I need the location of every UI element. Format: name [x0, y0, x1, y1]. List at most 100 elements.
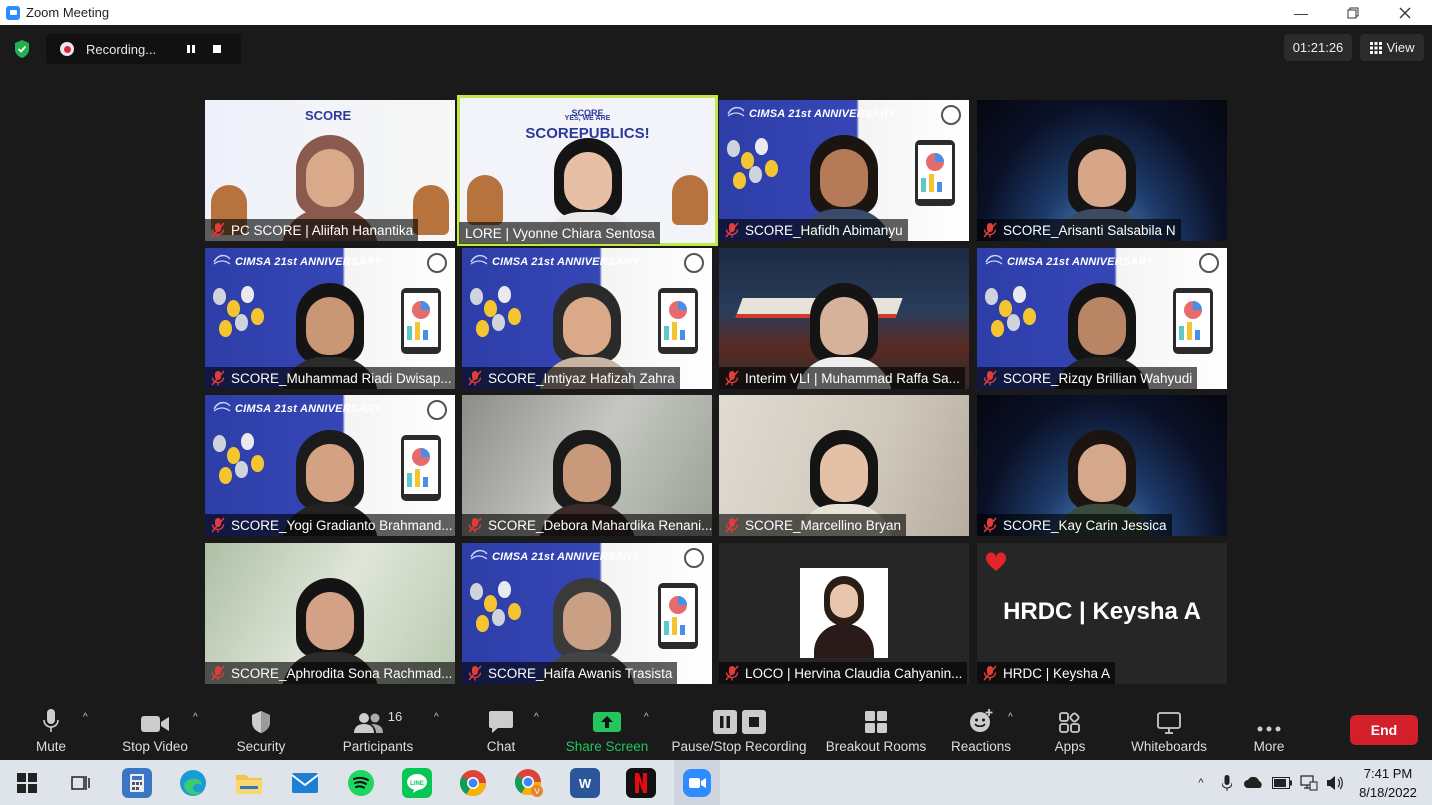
calculator-icon[interactable]	[122, 768, 152, 798]
participant-name-label: SCORE_Muhammad Riadi Dwisap...	[205, 367, 455, 389]
mute-button[interactable]: Mute	[28, 700, 74, 760]
stop-recording-button[interactable]	[206, 38, 228, 60]
participant-video-tile[interactable]: SCORE PC SCORE | Aliifah Hanantika	[205, 100, 455, 241]
participant-video-tile[interactable]: SCORE YES, WE ARE SCOREPUBLICS! LORE | Vyon…	[457, 95, 718, 246]
participant-name: SCORE_Hafidh Abimanyu	[745, 222, 903, 238]
zoom-taskbar-icon[interactable]	[674, 760, 720, 805]
participant-name: PC SCORE | Aliifah Hanantika	[231, 222, 414, 238]
chrome-icon[interactable]	[458, 768, 488, 798]
participants-options-chevron-icon[interactable]: ^	[434, 712, 439, 723]
apps-button[interactable]: Apps	[1050, 700, 1090, 760]
balloon-icon	[727, 140, 740, 157]
balloon-icon	[251, 308, 264, 325]
meeting-top-bar: Recording... 01:21:26 View	[0, 25, 1432, 73]
anniversary-banner-text: CIMSA 21st ANNIVERSARY	[749, 108, 897, 120]
participant-video-tile[interactable]: CIMSA 21st ANNIVERSARY SCORE_Yogi Gradian…	[205, 395, 455, 536]
participant-name: SCORE_Aphrodita Sona Rachmad...	[231, 665, 453, 681]
balloon-icon	[241, 286, 254, 303]
participant-video-tile[interactable]: SCORE_Aphrodita Sona Rachmad...	[205, 543, 455, 684]
participant-video-tile[interactable]: SCORE_Kay Carin Jessica	[977, 395, 1227, 536]
task-view-icon[interactable]	[65, 768, 95, 798]
cimsa-logo-icon	[985, 254, 1003, 265]
spotify-icon[interactable]	[346, 768, 376, 798]
balloon-icon	[492, 609, 505, 626]
participant-video-tile[interactable]: CIMSA 21st ANNIVERSARY SCORE_Muhammad Ria…	[205, 248, 455, 389]
file-explorer-icon[interactable]	[234, 768, 264, 798]
edge-browser-icon[interactable]	[178, 768, 208, 798]
participant-video-tile[interactable]: SCORE_Arisanti Salsabila N	[977, 100, 1227, 241]
score-logo-text: SCORE	[305, 108, 352, 123]
volume-icon[interactable]	[1326, 775, 1344, 791]
video-options-chevron-icon[interactable]: ^	[193, 712, 198, 723]
system-tray: ^	[1192, 760, 1344, 805]
participants-button[interactable]: 16 Participants	[336, 700, 420, 760]
cimsa-logo-icon	[213, 254, 231, 265]
reactions-options-chevron-icon[interactable]: ^	[1008, 712, 1013, 723]
clock-time: 7:41 PM	[1363, 766, 1413, 781]
audio-options-chevron-icon[interactable]: ^	[83, 712, 88, 723]
windows-start-icon[interactable]	[12, 768, 42, 798]
participant-name: SCORE_Imtiyaz Hafizah Zahra	[488, 370, 675, 386]
participant-name-label: PC SCORE | Aliifah Hanantika	[205, 219, 419, 241]
stop-video-button[interactable]: Stop Video	[115, 700, 195, 760]
word-icon[interactable]: W	[570, 768, 600, 798]
view-button[interactable]: View	[1360, 34, 1424, 61]
participant-video-tile[interactable]: LOCO | Hervina Claudia Cahyanin...	[719, 543, 969, 684]
microphone-icon	[43, 709, 59, 732]
balloon-icon	[251, 455, 264, 472]
chat-button[interactable]: Chat	[478, 700, 524, 760]
line-app-icon[interactable]: LINE	[402, 768, 432, 798]
recording-indicator-icon	[60, 42, 74, 56]
pause-stop-recording-button[interactable]: Pause/Stop Recording	[670, 700, 808, 760]
participant-video-tile[interactable]: CIMSA 21st ANNIVERSARY SCORE_Rizqy Brilli…	[977, 248, 1227, 389]
window-title: Zoom Meeting	[26, 5, 110, 20]
reactions-button[interactable]: Reactions	[948, 700, 1014, 760]
breakout-rooms-button[interactable]: Breakout Rooms	[823, 700, 929, 760]
onedrive-cloud-icon[interactable]	[1244, 776, 1264, 789]
meeting-controls-toolbar: Mute ^ Stop Video ^ Security 16 Particip…	[0, 700, 1432, 760]
scorepublic-subtext: YES, WE ARE	[564, 115, 611, 122]
security-button[interactable]: Security	[230, 700, 292, 760]
more-button[interactable]: More	[1248, 700, 1290, 760]
participant-name: LOCO | Hervina Claudia Cahyanin...	[745, 665, 963, 681]
mail-icon[interactable]	[290, 768, 320, 798]
participant-video-tile[interactable]: SCORE_Marcellino Bryan	[719, 395, 969, 536]
participant-video-tile[interactable]: Interim VLI | Muhammad Raffa Sa...	[719, 248, 969, 389]
pause-recording-button[interactable]	[180, 38, 202, 60]
battery-icon[interactable]	[1272, 776, 1292, 789]
minimize-button[interactable]: —	[1275, 0, 1327, 25]
chrome-profile-icon[interactable]: V	[514, 768, 544, 798]
participant-video-tile[interactable]: HRDC | Keysha A HRDC | Keysha A	[977, 543, 1227, 684]
network-icon[interactable]	[1300, 774, 1318, 791]
share-options-chevron-icon[interactable]: ^	[644, 712, 649, 723]
balloon-icon	[733, 172, 746, 189]
netflix-icon[interactable]	[626, 768, 656, 798]
clock-date: 8/18/2022	[1359, 785, 1417, 800]
participant-video-tile[interactable]: CIMSA 21st ANNIVERSARY SCORE_Haifa Awanis…	[462, 543, 712, 684]
close-window-button[interactable]	[1379, 0, 1431, 25]
encryption-shield-icon[interactable]	[13, 39, 31, 59]
breakout-rooms-icon	[865, 711, 887, 733]
pause-icon	[712, 710, 737, 734]
score-logo-icon	[427, 400, 447, 420]
restore-button[interactable]	[1327, 0, 1379, 25]
balloon-icon	[235, 314, 248, 331]
microphone-tray-icon[interactable]	[1222, 774, 1232, 791]
participant-video-tile[interactable]: SCORE_Debora Mahardika Renani...	[462, 395, 712, 536]
taskbar-clock[interactable]: 7:41 PM 8/18/2022	[1350, 764, 1426, 802]
participant-video-tile[interactable]: CIMSA 21st ANNIVERSARY SCORE_Imtiyaz Hafi…	[462, 248, 712, 389]
participant-name: HRDC | Keysha A	[1003, 665, 1111, 681]
show-hidden-icons-chevron-icon[interactable]: ^	[1192, 777, 1210, 789]
participant-video-tile[interactable]: CIMSA 21st ANNIVERSARY SCORE_Hafidh Abima…	[719, 100, 969, 241]
score-logo: SCORE	[305, 108, 351, 123]
participant-name-label: SCORE_Haifa Awanis Trasista	[462, 662, 678, 684]
svg-text:W: W	[579, 776, 592, 791]
share-screen-button[interactable]: Share Screen	[564, 700, 650, 760]
balloon-icon	[985, 288, 998, 305]
chat-options-chevron-icon[interactable]: ^	[534, 712, 539, 723]
whiteboards-button[interactable]: Whiteboards	[1126, 700, 1212, 760]
participant-name: SCORE_Haifa Awanis Trasista	[488, 665, 673, 681]
balloon-icon	[1013, 286, 1026, 303]
end-meeting-button[interactable]: End	[1350, 715, 1418, 745]
participant-name-label: SCORE_Marcellino Bryan	[719, 514, 907, 536]
